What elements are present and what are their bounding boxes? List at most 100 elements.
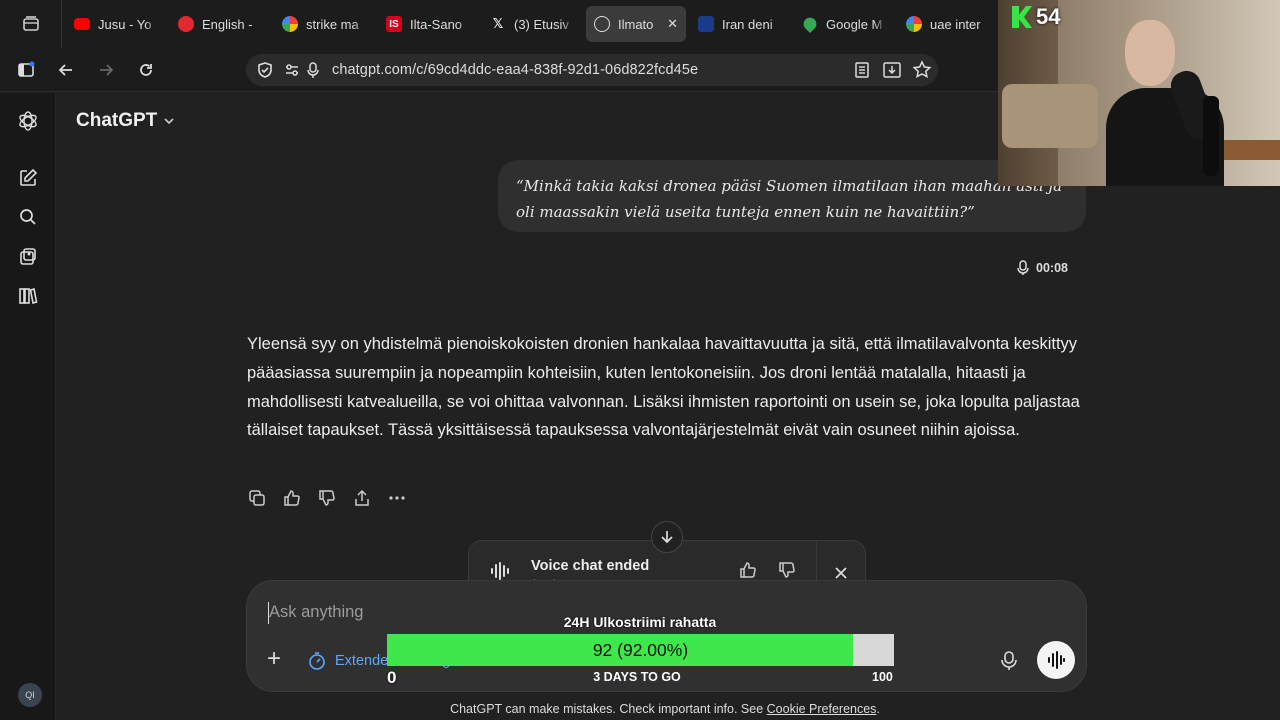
thumbs-down-icon	[319, 490, 335, 506]
composer-input[interactable]: Ask anything	[269, 603, 363, 622]
openai-logo-button[interactable]	[14, 107, 42, 135]
arrow-right-icon	[100, 63, 114, 76]
tab-overview-button[interactable]	[0, 0, 62, 48]
forward-button[interactable]	[86, 48, 126, 92]
browser-tab[interactable]: Iran deni	[690, 6, 790, 42]
search-icon	[20, 209, 36, 225]
google-icon	[906, 16, 922, 32]
disclaimer-end: .	[876, 702, 880, 716]
thumbs-up-icon[interactable]	[739, 561, 757, 579]
goal-remaining: 3 DAYS TO GO	[593, 670, 681, 684]
browser-tab-title: Ilmato	[618, 16, 654, 32]
site-settings-icon[interactable]	[284, 62, 300, 78]
disclaimer-text: ChatGPT can make mistakes. Check importa…	[450, 702, 764, 716]
openai-icon	[594, 16, 610, 32]
goal-progress-bar: 92 (92.00%)	[387, 634, 894, 666]
voice-waveform-icon	[1048, 651, 1065, 669]
voice-mode-button[interactable]	[1037, 641, 1075, 679]
tabs-icon	[22, 16, 39, 31]
panel-icon	[18, 61, 35, 77]
search-chats-button[interactable]	[14, 203, 42, 231]
x-icon: 𝕏	[492, 16, 504, 31]
browser-tab[interactable]: uae inter	[898, 6, 998, 42]
new-chat-button[interactable]	[14, 164, 42, 192]
scroll-to-bottom-button[interactable]	[651, 521, 683, 553]
browser-tab-title: Iran deni	[722, 16, 773, 32]
thumbs-up-button[interactable]	[282, 486, 302, 510]
url-text[interactable]: chatgpt.com/c/69cd4ddc-eaa4-838f-92d1-06…	[332, 62, 698, 78]
arrow-left-icon	[58, 63, 72, 76]
edit-icon	[20, 168, 38, 186]
message-actions	[247, 486, 407, 510]
reload-button[interactable]	[126, 48, 166, 92]
browser-toolbar: chatgpt.com/c/69cd4ddc-eaa4-838f-92d1-06…	[0, 48, 998, 92]
browser-tab[interactable]: Jusu - Yo	[66, 6, 166, 42]
webcam-feed: 54	[998, 0, 1280, 186]
browser-tab-title: Google M	[826, 16, 883, 32]
browser-tab[interactable]: IS Ilta-Sano	[378, 6, 478, 42]
images-icon	[20, 248, 36, 265]
browser-tab-title: uae inter	[930, 16, 981, 32]
iltasanomat-icon: IS	[386, 16, 402, 32]
voice-duration: 00:08	[1016, 260, 1068, 276]
microphone-icon[interactable]	[306, 61, 320, 79]
browser-tab[interactable]: Google M	[794, 6, 894, 42]
sidebar-toggle-button[interactable]	[6, 48, 46, 92]
disclaimer: ChatGPT can make mistakes. Check importa…	[0, 702, 1280, 716]
voice-chat-label: Voice chat ended	[531, 558, 650, 574]
chevron-down-icon	[164, 118, 174, 125]
browser-tab[interactable]: 𝕏 (3) Etusiv	[482, 6, 582, 42]
model-selector[interactable]: ChatGPT	[76, 110, 175, 132]
dictate-mic-icon[interactable]	[1000, 650, 1018, 672]
browser-tab[interactable]: Ilmato ✕	[586, 6, 686, 42]
voice-duration-text: 00:08	[1036, 261, 1068, 275]
browser-tab-title: Jusu - Yo	[98, 16, 152, 32]
browser-tab-bar: Jusu - Yo English - strike ma IS Ilta-Sano 𝕏 (…	[0, 0, 998, 48]
maps-icon	[800, 14, 820, 34]
browser-tab[interactable]: English -	[170, 6, 270, 42]
install-app-icon[interactable]	[880, 58, 904, 82]
close-tab-icon[interactable]: ✕	[667, 16, 678, 32]
star-icon[interactable]	[910, 58, 934, 82]
cookie-preferences-link[interactable]: Cookie Preferences	[767, 702, 877, 716]
copy-button[interactable]	[247, 486, 267, 510]
browser-tab[interactable]: strike ma	[274, 6, 374, 42]
microphone-stand	[1203, 96, 1219, 176]
viewer-count: 54	[1036, 4, 1061, 29]
chatgpt-sidebar: QI	[0, 93, 56, 720]
books-icon	[19, 287, 38, 305]
assistant-message: Yleensä syy on yhdistelmä pienoiskokoist…	[247, 335, 1080, 440]
webcam-sofa	[1002, 84, 1098, 148]
goal-value: 92 (92.00%)	[592, 640, 689, 660]
share-button[interactable]	[352, 486, 372, 510]
thumbs-down-icon[interactable]	[778, 561, 796, 579]
add-attachment-button[interactable]: +	[267, 647, 289, 671]
copy-icon	[249, 490, 265, 506]
stream-goal-overlay: 24H Ulkostriimi rahatta 92 (92.00%) 0 3 …	[384, 612, 900, 687]
openai-logo-icon	[19, 111, 37, 131]
more-options-button[interactable]	[387, 486, 407, 510]
arrow-down-icon	[661, 531, 673, 544]
thumbs-down-button[interactable]	[317, 486, 337, 510]
voice-waveform-icon	[491, 562, 509, 580]
kick-badge: 54	[1012, 4, 1060, 30]
close-icon[interactable]	[833, 565, 849, 581]
browser-tab-title: strike ma	[306, 16, 359, 32]
shield-icon[interactable]	[256, 61, 274, 79]
back-button[interactable]	[46, 48, 86, 92]
microphone-icon	[1017, 260, 1029, 275]
thumbs-up-icon	[284, 490, 300, 506]
goal-title: 24H Ulkostriimi rahatta	[563, 614, 717, 630]
codex-button[interactable]	[14, 282, 42, 310]
goal-max: 100	[872, 670, 893, 684]
reload-icon	[140, 63, 152, 76]
kick-logo-icon	[1012, 6, 1032, 28]
youtube-icon	[74, 18, 90, 30]
model-label: ChatGPT	[76, 110, 158, 131]
reader-mode-icon[interactable]	[850, 58, 874, 82]
library-button[interactable]	[14, 243, 42, 271]
streamer-head	[1125, 20, 1175, 86]
more-icon	[389, 496, 405, 500]
news-icon	[698, 16, 714, 32]
address-bar[interactable]: chatgpt.com/c/69cd4ddc-eaa4-838f-92d1-06…	[246, 54, 938, 86]
